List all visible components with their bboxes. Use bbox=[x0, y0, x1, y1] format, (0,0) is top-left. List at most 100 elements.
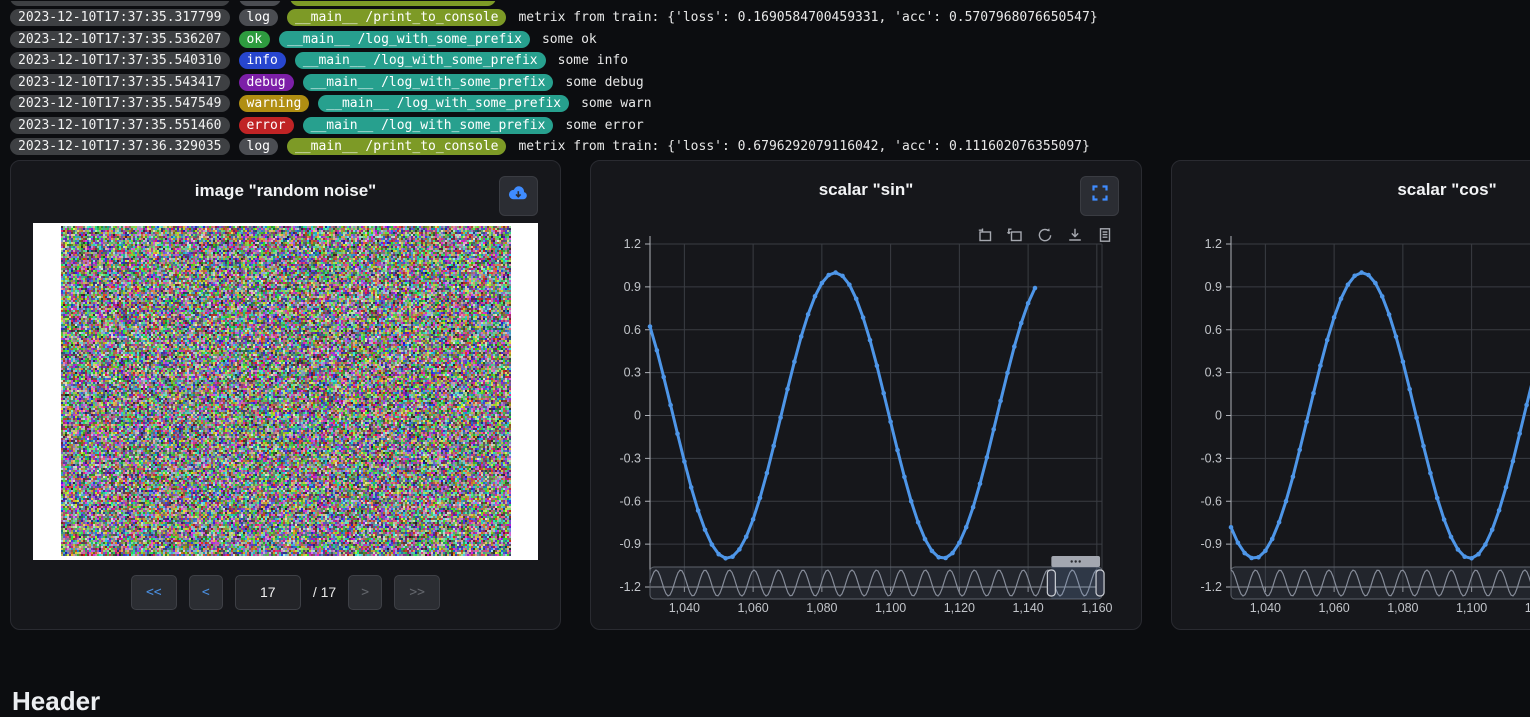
log-timestamp bbox=[10, 1, 230, 6]
cos-chart-title: scalar "cos" bbox=[1172, 161, 1530, 219]
sin-card-header: scalar "sin" bbox=[591, 161, 1141, 217]
sin-chart-card: scalar "sin" 1.2 0.9 0.6 0.3 0 -0.3 -0.6 -0.9 -1… bbox=[590, 160, 1142, 630]
image-pagination: << < / 17 > >> bbox=[11, 575, 560, 610]
svg-text:1,120: 1,120 bbox=[1525, 601, 1530, 615]
svg-text:0.3: 0.3 bbox=[1205, 365, 1222, 379]
log-message: some warn bbox=[581, 96, 651, 111]
image-card-title: image "random noise" bbox=[11, 161, 560, 221]
log-level-badge: error bbox=[239, 117, 294, 134]
svg-text:-0.9: -0.9 bbox=[1200, 537, 1222, 551]
log-logger-badge: __main__ /log_with_some_prefix bbox=[318, 95, 569, 112]
log-timestamp: 2023-12-10T17:37:36.329035 bbox=[10, 138, 230, 155]
page-number-input[interactable] bbox=[235, 575, 301, 610]
log-level-badge: info bbox=[239, 52, 286, 69]
sin-chart-title: scalar "sin" bbox=[591, 161, 1141, 219]
log-logger-badge bbox=[290, 1, 496, 6]
svg-text:-0.6: -0.6 bbox=[619, 494, 641, 508]
log-timestamp: 2023-12-10T17:37:35.540310 bbox=[10, 52, 230, 69]
log-message: some info bbox=[558, 53, 628, 68]
cos-line-chart[interactable]: 1.20.90.60.30-0.3-0.6-0.9-1.21,0401,0601… bbox=[1172, 217, 1530, 617]
svg-text:1,060: 1,060 bbox=[1318, 601, 1349, 615]
fullscreen-button[interactable] bbox=[1080, 176, 1119, 216]
svg-text:0: 0 bbox=[634, 408, 641, 422]
log-line: 2023-12-10T17:37:36.329035 log __main__ /p… bbox=[10, 138, 1530, 155]
log-console: 2023-12-10T17:37:35.317799 log __main__ /p… bbox=[0, 0, 1530, 155]
log-logger-badge: __main__ /log_with_some_prefix bbox=[303, 74, 554, 91]
first-page-button[interactable]: << bbox=[131, 575, 177, 610]
chart-toolbar bbox=[976, 227, 1113, 244]
svg-text:1,120: 1,120 bbox=[944, 601, 975, 615]
log-line: 2023-12-10T17:37:35.536207 ok __main__ /lo… bbox=[10, 31, 1530, 48]
last-page-button[interactable]: >> bbox=[394, 575, 440, 610]
svg-text:-0.3: -0.3 bbox=[1200, 451, 1222, 465]
sin-line-chart[interactable]: 1.2 0.9 0.6 0.3 0 -0.3 -0.6 -0.9 -1.2 1,040 1,060 1… bbox=[591, 217, 1143, 617]
cards-row: image "random noise" << < / 17 > >> bbox=[0, 160, 1530, 630]
download-image-button[interactable] bbox=[499, 176, 538, 216]
svg-text:1,100: 1,100 bbox=[875, 601, 906, 615]
cos-chart-card: scalar "cos" 1.2 0.9 0.6 0.3 0 -0.3 -0.6 -0.9 -1… bbox=[1171, 160, 1530, 630]
log-logger-badge: __main__ /log_with_some_prefix bbox=[303, 117, 554, 134]
svg-text:1.2: 1.2 bbox=[624, 237, 641, 251]
cloud-download-icon bbox=[508, 185, 529, 207]
svg-text:0.9: 0.9 bbox=[624, 279, 641, 293]
log-message: some debug bbox=[565, 75, 643, 90]
datazoom-track[interactable] bbox=[1231, 567, 1530, 599]
log-logger-badge: __main__ /print_to_console bbox=[287, 9, 507, 26]
svg-text:-0.3: -0.3 bbox=[619, 451, 641, 465]
svg-text:-1.2: -1.2 bbox=[619, 580, 641, 594]
next-page-button[interactable]: > bbox=[348, 575, 382, 610]
fullscreen-icon bbox=[1091, 184, 1109, 207]
svg-text:1,160: 1,160 bbox=[1081, 601, 1112, 615]
log-timestamp: 2023-12-10T17:37:35.551460 bbox=[10, 117, 230, 134]
box-zoom-icon[interactable] bbox=[976, 227, 993, 244]
svg-text:1,040: 1,040 bbox=[669, 601, 700, 615]
log-level-badge: ok bbox=[239, 31, 271, 48]
clipped-section-heading: Header bbox=[12, 686, 100, 717]
log-level-badge: log bbox=[239, 138, 278, 155]
zoom-reset-icon[interactable] bbox=[1006, 227, 1023, 244]
cos-card-header: scalar "cos" bbox=[1172, 161, 1530, 217]
svg-text:0.6: 0.6 bbox=[1205, 322, 1222, 336]
log-timestamp: 2023-12-10T17:37:35.543417 bbox=[10, 74, 230, 91]
log-timestamp: 2023-12-10T17:37:35.317799 bbox=[10, 9, 230, 26]
log-clipped-line bbox=[10, 1, 1530, 7]
log-level-badge: log bbox=[239, 9, 278, 26]
log-level-badge: warning bbox=[239, 95, 310, 112]
log-message: metrix from train: {'loss': 0.1690584700… bbox=[518, 10, 1097, 25]
svg-text:0.9: 0.9 bbox=[1205, 279, 1222, 293]
svg-text:1,060: 1,060 bbox=[737, 601, 768, 615]
log-logger-badge: __main__ /log_with_some_prefix bbox=[295, 52, 546, 69]
log-line: 2023-12-10T17:37:35.543417 debug __main__ … bbox=[10, 74, 1530, 91]
datazoom-handle[interactable] bbox=[1096, 570, 1104, 596]
log-timestamp: 2023-12-10T17:37:35.547549 bbox=[10, 95, 230, 112]
log-logger-badge: __main__ /log_with_some_prefix bbox=[279, 31, 530, 48]
log-message: metrix from train: {'loss': 0.6796292079… bbox=[518, 139, 1089, 154]
svg-text:1,080: 1,080 bbox=[1387, 601, 1418, 615]
svg-text:0.3: 0.3 bbox=[624, 365, 641, 379]
svg-text:-0.6: -0.6 bbox=[1200, 494, 1222, 508]
log-line: 2023-12-10T17:37:35.317799 log __main__ /p… bbox=[10, 9, 1530, 26]
svg-text:-1.2: -1.2 bbox=[1200, 580, 1222, 594]
log-timestamp: 2023-12-10T17:37:35.536207 bbox=[10, 31, 230, 48]
image-frame bbox=[33, 223, 538, 560]
log-message: some error bbox=[565, 118, 643, 133]
noise-image bbox=[61, 226, 511, 556]
prev-page-button[interactable]: < bbox=[189, 575, 223, 610]
data-view-icon[interactable] bbox=[1096, 227, 1113, 244]
svg-text:1,100: 1,100 bbox=[1456, 601, 1487, 615]
datazoom-handle[interactable] bbox=[1047, 570, 1055, 596]
restore-icon[interactable] bbox=[1036, 227, 1053, 244]
svg-text:-0.9: -0.9 bbox=[619, 537, 641, 551]
log-level-badge: debug bbox=[239, 74, 294, 91]
log-logger-badge: __main__ /print_to_console bbox=[287, 138, 507, 155]
svg-text:0.6: 0.6 bbox=[624, 322, 641, 336]
svg-text:1,140: 1,140 bbox=[1012, 601, 1043, 615]
save-image-icon[interactable] bbox=[1066, 227, 1083, 244]
image-card: image "random noise" << < / 17 > >> bbox=[10, 160, 561, 630]
log-line bbox=[10, 1, 1530, 6]
log-line: 2023-12-10T17:37:35.547549 warning __main_… bbox=[10, 95, 1530, 112]
svg-text:0: 0 bbox=[1215, 408, 1222, 422]
log-lines: 2023-12-10T17:37:35.317799 log __main__ /p… bbox=[10, 9, 1530, 155]
log-level-badge bbox=[239, 1, 281, 6]
svg-text:1.2: 1.2 bbox=[1205, 237, 1222, 251]
